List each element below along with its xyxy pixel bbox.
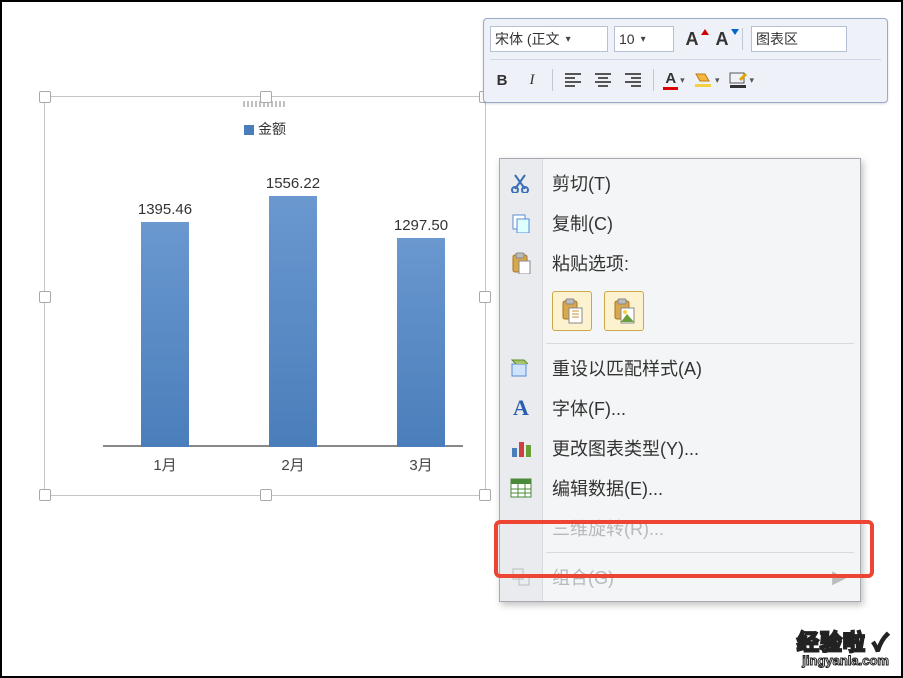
submenu-arrow-icon: ▶ (832, 567, 846, 588)
menu-paste-options-header: 粘贴选项: (500, 243, 860, 283)
menu-separator (546, 343, 854, 344)
menu-paste-options-label: 粘贴选项: (552, 250, 629, 276)
bar-1[interactable] (141, 222, 189, 447)
font-color-button[interactable]: A▾ (662, 67, 686, 93)
align-left-button[interactable] (561, 67, 585, 93)
mini-toolbar: 宋体 (正文 ▾ 10 ▾ A A 图表区 B I A▾ ▾ ▾ (483, 18, 888, 103)
cat-3-label: 3月 (391, 454, 451, 475)
resize-handle[interactable] (260, 489, 272, 501)
menu-group: 组合(G) ▶ (500, 557, 860, 597)
cat-2-label: 2月 (263, 454, 323, 475)
resize-handle[interactable] (479, 291, 491, 303)
cut-icon (508, 170, 534, 196)
font-name-value: 宋体 (正文 (495, 29, 560, 49)
chevron-down-icon: ▾ (715, 75, 720, 86)
shrink-font-button[interactable]: A (710, 26, 734, 52)
edit-data-icon (508, 475, 534, 501)
chevron-down-icon: ▾ (680, 75, 685, 86)
menu-cut-label: 剪切(T) (552, 170, 611, 196)
rotate-3d-icon (508, 515, 534, 541)
paste-options-row (500, 283, 860, 339)
shape-outline-button[interactable]: ▾ (727, 67, 756, 93)
resize-handle[interactable] (479, 489, 491, 501)
italic-button[interactable]: I (520, 67, 544, 93)
bold-button[interactable]: B (490, 67, 514, 93)
watermark-text: 经验啦 (797, 630, 866, 655)
separator (742, 28, 743, 50)
cat-1-label: 1月 (135, 454, 195, 475)
watermark-url: jingyanla.com (797, 653, 889, 668)
resize-handle[interactable] (39, 291, 51, 303)
check-icon: ✓ (873, 630, 889, 655)
paste-icon (508, 250, 534, 276)
menu-copy[interactable]: 复制(C) (500, 203, 860, 243)
bold-label: B (497, 72, 508, 89)
menu-rotate-3d-label: 三维旋转(R)... (552, 515, 664, 541)
resize-handle[interactable] (39, 489, 51, 501)
chart-plot-area[interactable]: 1395.46 1月 1556.22 2月 1297.50 3月 (103, 157, 463, 447)
bar-1-label: 1395.46 (125, 201, 205, 218)
chart-area-value: 图表区 (756, 29, 798, 49)
legend-swatch (244, 125, 254, 135)
chart-type-icon (508, 435, 534, 461)
menu-change-chart-type-label: 更改图表类型(Y)... (552, 435, 699, 461)
context-menu: 剪切(T) 复制(C) 粘贴选项: 重设以匹配样式(A) A 字体(F)... … (499, 158, 861, 602)
menu-font[interactable]: A 字体(F)... (500, 388, 860, 428)
menu-edit-data[interactable]: 编辑数据(E)... (500, 468, 860, 508)
italic-label: I (530, 72, 535, 89)
paste-keep-formatting[interactable] (552, 291, 592, 331)
align-right-button[interactable] (621, 67, 645, 93)
menu-change-chart-type[interactable]: 更改图表类型(Y)... (500, 428, 860, 468)
font-icon: A (508, 395, 534, 421)
font-size-value: 10 (619, 31, 635, 47)
paste-as-picture[interactable] (604, 291, 644, 331)
chevron-down-icon: ▾ (641, 34, 646, 45)
copy-icon (508, 210, 534, 236)
bar-2-label: 1556.22 (253, 175, 333, 192)
menu-edit-data-label: 编辑数据(E)... (552, 475, 663, 501)
align-center-button[interactable] (591, 67, 615, 93)
menu-copy-label: 复制(C) (552, 210, 613, 236)
shape-fill-button[interactable]: ▾ (692, 67, 721, 93)
menu-separator (546, 552, 854, 553)
font-name-combo[interactable]: 宋体 (正文 ▾ (490, 26, 608, 52)
bar-3-label: 1297.50 (381, 217, 461, 234)
chevron-down-icon: ▾ (566, 34, 571, 45)
menu-rotate-3d: 三维旋转(R)... (500, 508, 860, 548)
watermark: 经验啦 ✓ jingyanla.com (797, 625, 889, 668)
bar-2[interactable] (269, 196, 317, 447)
chart-legend: 金额 (45, 119, 485, 139)
bar-3[interactable] (397, 238, 445, 447)
reset-style-icon (508, 355, 534, 381)
separator (552, 69, 553, 91)
menu-font-label: 字体(F)... (552, 395, 626, 421)
resize-handle[interactable] (260, 91, 272, 103)
menu-cut[interactable]: 剪切(T) (500, 163, 860, 203)
menu-reset-style[interactable]: 重设以匹配样式(A) (500, 348, 860, 388)
menu-reset-style-label: 重设以匹配样式(A) (552, 355, 702, 381)
chart-panel[interactable]: 金额 1395.46 1月 1556.22 2月 1297.50 3月 (44, 96, 486, 496)
legend-label: 金额 (258, 121, 286, 137)
menu-group-label: 组合(G) (552, 564, 614, 590)
group-icon (508, 564, 534, 590)
chevron-down-icon: ▾ (750, 75, 755, 86)
grow-font-button[interactable]: A (680, 26, 704, 52)
chart-area-combo[interactable]: 图表区 (751, 26, 847, 52)
separator (653, 69, 654, 91)
font-size-combo[interactable]: 10 ▾ (614, 26, 674, 52)
resize-handle[interactable] (39, 91, 51, 103)
